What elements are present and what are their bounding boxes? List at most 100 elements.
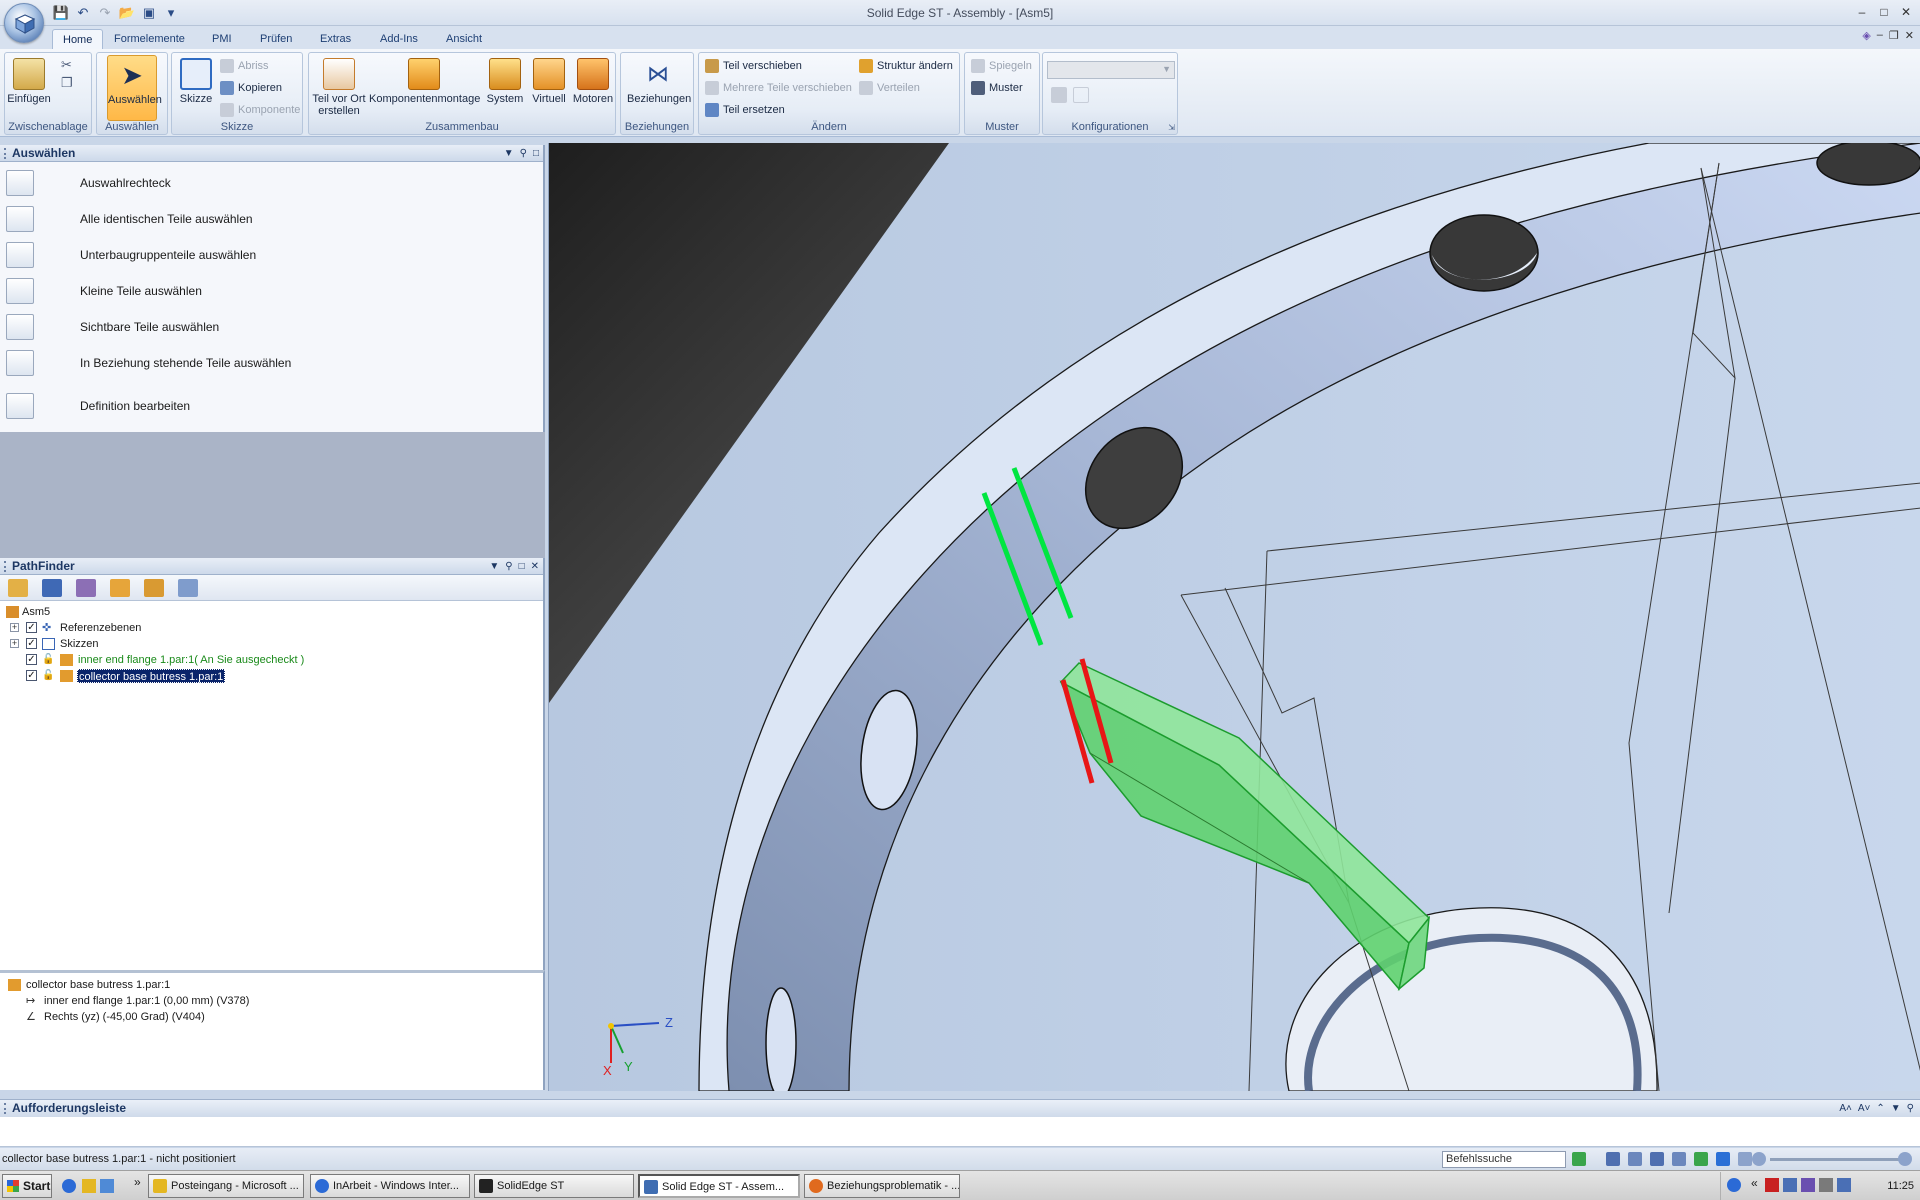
task-solidedge-cmd[interactable]: SolidEdge ST <box>474 1174 634 1198</box>
tab-ansicht[interactable]: Ansicht <box>436 29 492 49</box>
fit-icon[interactable] <box>1650 1152 1664 1166</box>
select-item-related-parts[interactable]: In Beziehung stehende Teile auswählen <box>0 346 540 380</box>
cut-icon[interactable]: ✂ <box>61 57 72 73</box>
rotate-icon[interactable] <box>1694 1152 1708 1166</box>
tab-home[interactable]: Home <box>52 29 104 49</box>
config-save-icon[interactable] <box>1051 87 1067 103</box>
graphics-window[interactable]: Z X Y <box>548 143 1920 1091</box>
visibility-checkbox[interactable]: ✓ <box>26 622 37 633</box>
select-item-subassembly-parts[interactable]: Unterbaugruppenteile auswählen <box>0 238 540 272</box>
start-button[interactable]: Start <box>2 1174 52 1198</box>
copy-icon[interactable]: ❐ <box>61 75 73 91</box>
panel-menu-icon[interactable]: ▼ <box>489 558 499 575</box>
system-button[interactable]: System <box>483 55 527 119</box>
pf-configuration-icon[interactable] <box>76 579 96 597</box>
tray-expand-icon[interactable]: « <box>1751 1176 1758 1190</box>
restructure-button[interactable]: Struktur ändern <box>857 57 953 75</box>
quicklaunch-app-icon[interactable] <box>100 1179 114 1193</box>
pf-filter-icon[interactable] <box>110 579 130 597</box>
zoom-area-icon[interactable] <box>1606 1152 1620 1166</box>
command-search-input[interactable]: Befehlssuche <box>1442 1151 1566 1168</box>
dialog-launcher-icon[interactable]: ⇲ <box>1168 123 1175 132</box>
pf-display-icon[interactable] <box>42 579 62 597</box>
view-style-icon[interactable] <box>1738 1152 1752 1166</box>
paste-button[interactable]: Einfügen <box>7 55 51 119</box>
panel-maximize-icon[interactable]: □ <box>519 558 525 575</box>
tab-pruefen[interactable]: Prüfen <box>250 29 302 49</box>
expand-icon[interactable]: + <box>10 639 19 648</box>
panel-maximize-icon[interactable]: □ <box>533 145 539 162</box>
select-item-visible-parts[interactable]: Sichtbare Teile auswählen <box>0 310 540 344</box>
select-item-edit-definition[interactable]: Definition bearbeiten <box>0 389 540 423</box>
tree-node-referenzebenen[interactable]: + ✓ ✜ Referenzebenen <box>10 620 310 636</box>
komponente-button[interactable]: Komponente <box>218 101 300 119</box>
tray-volume-icon[interactable] <box>1819 1178 1833 1192</box>
help-icon[interactable] <box>1727 1178 1741 1192</box>
tree-node-skizzen[interactable]: + ✓ Skizzen <box>10 636 310 652</box>
3d-model-view[interactable]: Z X Y <box>549 143 1920 1091</box>
visibility-checkbox[interactable]: ✓ <box>26 638 37 649</box>
select-item-small-parts[interactable]: Kleine Teile auswählen <box>0 274 540 308</box>
collapse-icon[interactable]: ⌃ <box>1876 1100 1884 1117</box>
pin-icon[interactable]: ⚲ <box>1907 1100 1914 1117</box>
pin-icon[interactable]: ⚲ <box>520 145 527 162</box>
pf-tree-icon[interactable] <box>8 579 28 597</box>
pin-icon[interactable]: ⚲ <box>505 558 512 575</box>
tree-node-collector-base[interactable]: ✓ 🔓 collector base butress 1.par:1 <box>26 668 426 684</box>
minimize-icon[interactable]: – <box>1852 3 1872 21</box>
maximize-icon[interactable]: □ <box>1874 3 1894 21</box>
replace-part-button[interactable]: Teil ersetzen <box>703 101 785 119</box>
visibility-checkbox[interactable]: ✓ <box>26 654 37 665</box>
component-assembly-button[interactable]: Komponentenmontage <box>369 55 480 119</box>
abriss-button[interactable]: Abriss <box>218 57 269 75</box>
select-item-identical-parts[interactable]: Alle identischen Teile auswählen <box>0 202 540 236</box>
pf-layers-icon[interactable] <box>178 579 198 597</box>
task-posteingang[interactable]: Posteingang - Microsoft ... <box>148 1174 304 1198</box>
help-book-icon[interactable]: ◈ <box>1862 29 1870 42</box>
create-in-place-button[interactable]: Teil vor Ort erstellen <box>311 55 367 119</box>
pf-organize-icon[interactable] <box>144 579 164 597</box>
task-solid-edge-assembly[interactable]: Solid Edge ST - Assem... <box>638 1174 800 1198</box>
motors-button[interactable]: Motoren <box>571 55 615 119</box>
configuration-dropdown[interactable]: ▼ <box>1047 61 1175 79</box>
pan-icon[interactable] <box>1672 1152 1686 1166</box>
move-part-button[interactable]: Teil verschieben <box>703 57 802 75</box>
panel-close-icon[interactable]: ✕ <box>531 558 539 575</box>
sketch-button[interactable]: Skizze <box>174 55 218 119</box>
kopieren-button[interactable]: Kopieren <box>218 79 282 97</box>
zoom-slider[interactable] <box>1770 1158 1900 1161</box>
font-smaller-icon[interactable]: A˅ <box>1858 1100 1871 1117</box>
visibility-checkbox[interactable]: ✓ <box>26 670 37 681</box>
move-multiple-button[interactable]: Mehrere Teile verschieben <box>703 79 852 97</box>
select-button[interactable]: ➤ Auswählen <box>107 55 162 121</box>
tray-app-icon[interactable] <box>1765 1178 1779 1192</box>
tree-node-inner-end-flange[interactable]: ✓ 🔓 inner end flange 1.par:1( An Sie aus… <box>26 652 426 668</box>
expand-icon[interactable]: + <box>10 623 19 632</box>
relationships-button[interactable]: ⋈ Beziehungen <box>627 55 691 119</box>
font-larger-icon[interactable]: A˄ <box>1839 1100 1852 1117</box>
tab-add-ins[interactable]: Add-Ins <box>370 29 428 49</box>
quicklaunch-outlook-icon[interactable] <box>82 1179 96 1193</box>
quicklaunch-ie-icon[interactable] <box>62 1179 76 1193</box>
zoom-icon[interactable] <box>1628 1152 1642 1166</box>
tab-formelemente[interactable]: Formelemente <box>104 29 195 49</box>
tray-monitor-icon[interactable] <box>1837 1178 1851 1192</box>
select-item-auswahlrechteck[interactable]: Auswahlrechteck <box>0 166 540 200</box>
close-icon[interactable]: ✕ <box>1896 3 1916 21</box>
virtual-button[interactable]: Virtuell <box>527 55 571 119</box>
doc-minimize-icon[interactable]: – <box>1877 29 1883 42</box>
task-beziehungsproblematik[interactable]: Beziehungsproblematik - ... <box>804 1174 960 1198</box>
tray-security-icon[interactable] <box>1801 1178 1815 1192</box>
task-inarbeit[interactable]: InArbeit - Windows Inter... <box>310 1174 470 1198</box>
quicklaunch-more-icon[interactable]: » <box>134 1175 141 1189</box>
doc-restore-icon[interactable]: ❐ <box>1889 29 1899 42</box>
command-bar-body[interactable] <box>0 1117 1920 1147</box>
panel-menu-icon[interactable]: ▼ <box>504 145 514 162</box>
application-button[interactable] <box>4 3 44 43</box>
zoom-in-icon[interactable] <box>1898 1152 1912 1166</box>
tab-extras[interactable]: Extras <box>310 29 361 49</box>
config-display-icon[interactable] <box>1073 87 1089 103</box>
tray-network-icon[interactable] <box>1783 1178 1797 1192</box>
panel-menu-icon[interactable]: ▼ <box>1891 1100 1901 1117</box>
view-cube-icon[interactable] <box>1716 1152 1730 1166</box>
